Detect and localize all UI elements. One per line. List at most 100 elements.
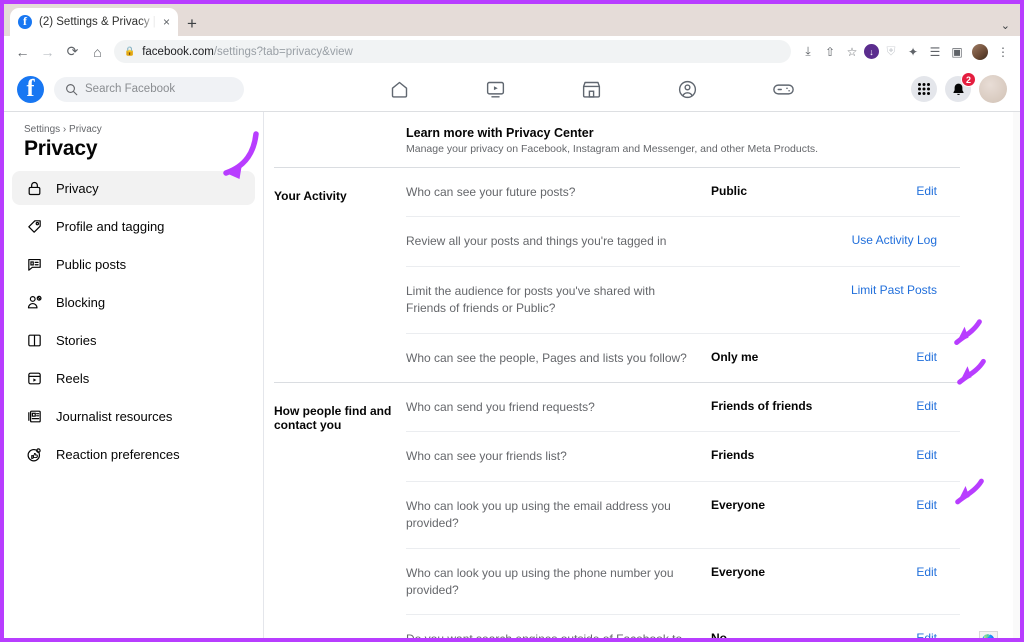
row-value: Friends <box>711 448 755 463</box>
search-placeholder: Search Facebook <box>85 83 176 95</box>
watch-icon[interactable] <box>481 76 511 102</box>
row-value: Everyone <box>711 564 766 579</box>
scrollbar[interactable] <box>1013 112 1020 638</box>
row-phone-lookup: Who can look you up using the phone numb… <box>406 549 960 616</box>
tag-icon <box>24 216 44 236</box>
row-search-engines: Do you want search engines outside of Fa… <box>406 615 960 642</box>
url-text: facebook.com/settings?tab=privacy&view <box>142 46 353 58</box>
sidebar-item-label: Stories <box>56 332 97 348</box>
browser-tab[interactable]: f (2) Settings & Privacy | Facebo × <box>10 8 178 36</box>
chevron-down-icon[interactable]: ⌄ <box>1001 19 1010 32</box>
shield-icon[interactable]: ⛨ <box>881 42 901 62</box>
row-email-lookup: Who can look you up using the email addr… <box>406 482 960 549</box>
facebook-logo[interactable]: f <box>17 75 44 103</box>
row-limit-past-posts: Limit the audience for posts you've shar… <box>406 267 960 334</box>
facebook-header-actions: 2 <box>911 72 1007 103</box>
sidebar-item-blocking[interactable]: Blocking <box>12 285 255 319</box>
row-value: Only me <box>711 349 759 364</box>
reading-list-icon[interactable]: ☰ <box>925 42 945 62</box>
share-icon[interactable]: ⇧ <box>820 42 840 62</box>
profile-avatar[interactable] <box>979 75 1007 103</box>
browser-toolbar: ← → ⟳ ⌂ 🔒 facebook.com/settings?tab=priv… <box>4 36 1020 67</box>
row-follow-visibility: Who can see the people, Pages and lists … <box>406 334 960 382</box>
section-label: Your Activity <box>274 189 347 203</box>
limit-past-posts-link[interactable]: Limit Past Posts <box>829 283 937 297</box>
forward-icon[interactable]: → <box>36 40 59 63</box>
sidebar-item-journalist-resources[interactable]: Journalist resources <box>12 399 255 433</box>
bookmark-star-icon[interactable]: ☆ <box>842 42 862 62</box>
reload-icon[interactable]: ⟳ <box>61 40 84 63</box>
sidebar-item-public-posts[interactable]: Public posts <box>12 247 255 281</box>
intro-subtitle: Manage your privacy on Facebook, Instagr… <box>406 143 819 155</box>
edit-friend-requests[interactable]: Edit <box>829 399 937 413</box>
chrome-profile-avatar[interactable] <box>972 43 988 60</box>
comment-icon <box>24 254 44 274</box>
row-question: Who can see your future posts? <box>406 185 576 199</box>
section-rows: Who can see your future posts? Public Ed… <box>406 168 960 382</box>
sidebar-item-reels[interactable]: Reels <box>12 361 255 395</box>
install-icon[interactable]: ⤓ <box>798 42 818 62</box>
row-value: No <box>711 631 727 642</box>
edit-search-engines[interactable]: Edit <box>829 631 937 638</box>
section-rows: Who can send you friend requests? Friend… <box>406 383 960 642</box>
row-activity-log: Review all your posts and things you're … <box>406 217 960 267</box>
grid-menu-icon[interactable] <box>911 76 937 102</box>
side-panel-icon[interactable]: ▣ <box>947 42 967 62</box>
reels-icon <box>24 368 44 388</box>
sidebar-item-stories[interactable]: Stories <box>12 323 255 357</box>
lock-icon <box>24 178 44 198</box>
lock-icon: 🔒 <box>124 46 136 56</box>
use-activity-log-link[interactable]: Use Activity Log <box>829 233 937 247</box>
gaming-icon[interactable] <box>769 76 799 102</box>
edit-future-posts[interactable]: Edit <box>829 184 937 198</box>
edit-follow-visibility[interactable]: Edit <box>829 350 937 364</box>
row-question: Limit the audience for posts you've shar… <box>406 283 656 316</box>
row-question: Review all your posts and things you're … <box>406 234 667 249</box>
search-input[interactable]: Search Facebook <box>54 76 244 102</box>
extensions-icon[interactable]: ✦ <box>903 42 923 62</box>
sidebar-item-label: Profile and tagging <box>56 218 165 234</box>
row-question: Do you want search engines outside of Fa… <box>406 632 683 642</box>
row-value: Public <box>711 184 748 198</box>
book-icon <box>24 330 44 350</box>
row-friend-requests: Who can send you friend requests? Friend… <box>406 383 960 433</box>
home-icon[interactable] <box>385 76 415 102</box>
sidebar-item-profile-and-tagging[interactable]: Profile and tagging <box>12 209 255 243</box>
row-friends-list: Who can see your friends list? Friends E… <box>406 432 960 482</box>
sidebar-item-label: Privacy <box>56 180 99 196</box>
language-globe-icon[interactable]: 🌎 <box>979 631 998 638</box>
notifications-button[interactable]: 2 <box>945 72 976 102</box>
thumbs-up-icon <box>24 444 44 464</box>
section-your-activity: Your Activity Who can see your future po… <box>264 168 1020 382</box>
edit-friends-list[interactable]: Edit <box>829 448 937 462</box>
address-bar[interactable]: 🔒 facebook.com/settings?tab=privacy&view <box>114 40 791 63</box>
facebook-icon: f <box>18 15 32 29</box>
search-icon <box>66 83 78 95</box>
sidebar-item-reaction-preferences[interactable]: Reaction preferences <box>12 437 255 471</box>
sidebar-item-label: Blocking <box>56 294 106 310</box>
url-path: /settings?tab=privacy&view <box>213 45 353 58</box>
tab-strip: f (2) Settings & Privacy | Facebo × + ⌄ <box>4 4 1020 36</box>
marketplace-icon[interactable] <box>577 76 607 102</box>
settings-sidebar: Settings › Privacy Privacy Privacy Profi… <box>4 112 264 638</box>
groups-icon[interactable] <box>673 76 703 102</box>
row-question: Who can see your friends list? <box>406 449 567 464</box>
new-tab-button[interactable]: + <box>187 15 197 32</box>
browser-menu-icon[interactable]: ⋮ <box>993 42 1013 62</box>
home-icon[interactable]: ⌂ <box>86 40 109 63</box>
sidebar-item-label: Reaction preferences <box>56 446 180 462</box>
back-icon[interactable]: ← <box>11 40 34 63</box>
annotation-arrow-privacy <box>223 131 259 179</box>
section-how-people-find-you: How people find and contact you Who can … <box>264 383 1020 642</box>
row-value: Friends of friends <box>711 398 813 413</box>
edit-email-lookup[interactable]: Edit <box>829 498 937 512</box>
downloads-icon[interactable]: ↓ <box>864 44 879 59</box>
page-body: Settings › Privacy Privacy Privacy Profi… <box>4 112 1020 642</box>
privacy-center-intro: Learn more with Privacy Center Manage yo… <box>264 112 1020 167</box>
edit-phone-lookup[interactable]: Edit <box>829 565 937 579</box>
row-question: Who can send you friend requests? <box>406 399 595 414</box>
row-question: Who can look you up using the phone numb… <box>406 565 674 597</box>
close-icon[interactable]: × <box>163 15 170 29</box>
facebook-header: f Search Facebook 2 <box>4 67 1020 112</box>
url-domain: facebook.com <box>142 45 214 58</box>
